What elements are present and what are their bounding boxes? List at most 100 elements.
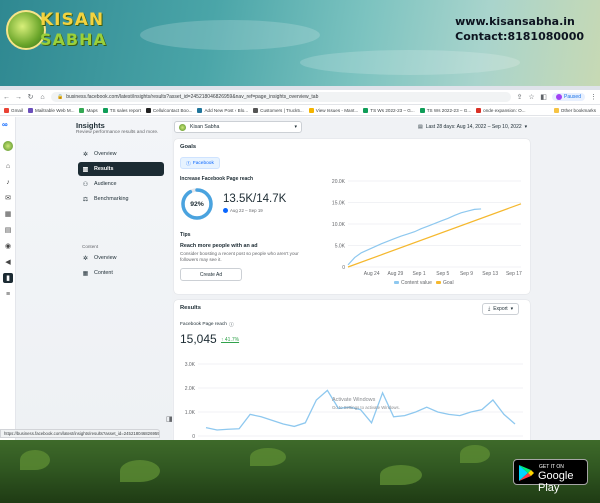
calendar-icon: ▤ bbox=[418, 124, 423, 130]
bookmark-label: Maps bbox=[86, 107, 98, 113]
people-icon: ⚇ bbox=[82, 181, 89, 188]
results-metric-label: Facebook Page reach ⓘ bbox=[180, 321, 234, 328]
logo-text-kisan: KISAN bbox=[40, 10, 105, 30]
create-ad-button[interactable]: Create Ad bbox=[180, 268, 242, 281]
legend-label: Goal bbox=[443, 280, 454, 286]
bookmark-label: Gmail bbox=[11, 107, 23, 113]
other-bookmarks[interactable]: Other bookmarks bbox=[553, 107, 596, 113]
nav-audience[interactable]: ⚇ Audience bbox=[78, 177, 164, 191]
home-icon[interactable]: ⌂ bbox=[3, 161, 13, 171]
sparkle-icon: ✲ bbox=[82, 151, 89, 158]
bookmark-item[interactable]: TS Ws 2022-23 – G... bbox=[419, 107, 471, 113]
sheets-icon bbox=[102, 107, 108, 113]
platform-label: Facebook bbox=[192, 160, 214, 166]
reload-icon[interactable]: ↻ bbox=[27, 93, 34, 101]
google-play-badge[interactable]: GET IT ON Google Play bbox=[513, 459, 588, 494]
posts-icon[interactable]: ▦ bbox=[3, 209, 13, 219]
megaphone-icon[interactable]: ◀ bbox=[3, 257, 13, 267]
bookmark-star-icon[interactable]: ☆ bbox=[528, 93, 535, 101]
bookmark-label: Add New Post ‹ Blo... bbox=[204, 107, 249, 113]
bookmark-item[interactable]: Add New Post ‹ Blo... bbox=[197, 107, 249, 113]
sidebar-subtitle: Review performance results and more. bbox=[76, 130, 159, 135]
export-button[interactable]: ⤓ Export ▾ bbox=[482, 303, 520, 315]
date-range-picker[interactable]: ▤ Last 28 days: Aug 14, 2022 – Sep 10, 20… bbox=[418, 124, 527, 130]
info-icon[interactable]: ⓘ bbox=[229, 321, 234, 328]
reach-value: 13.5K/14.7K bbox=[223, 193, 287, 205]
meta-logo-icon[interactable]: ∞ bbox=[2, 121, 14, 129]
profile-button[interactable]: Paused bbox=[552, 93, 585, 101]
url-input[interactable]: 🔒 business.facebook.com/latest/insights/r… bbox=[51, 92, 512, 102]
legend-label: Content value bbox=[401, 280, 432, 286]
nav-content[interactable]: ▦ Content bbox=[78, 266, 164, 280]
bookmark-favicon bbox=[28, 107, 33, 113]
ads-icon[interactable]: ◉ bbox=[3, 241, 13, 251]
x-tick-label: Sep 13 bbox=[482, 271, 498, 277]
home-icon[interactable]: ⌂ bbox=[39, 94, 46, 101]
series-line-content-value bbox=[347, 208, 482, 266]
y-tick-label: 5.0K bbox=[335, 243, 346, 249]
results-title: Results bbox=[180, 305, 201, 311]
share-icon[interactable]: ⇪ bbox=[516, 93, 523, 101]
benchmark-icon: ⚖ bbox=[82, 196, 89, 203]
website-text: www.kisansabha.in bbox=[455, 15, 575, 28]
goal-metric-label: Increase Facebook Page reach bbox=[180, 176, 254, 182]
results-change[interactable]: ↑ 41.7% bbox=[221, 337, 239, 343]
bookmark-item[interactable]: TS sales report bbox=[102, 107, 141, 113]
tips-title: Tips bbox=[180, 232, 191, 238]
chevron-down-icon: ▾ bbox=[524, 124, 528, 130]
nav-results[interactable]: ▥ Results bbox=[78, 162, 164, 176]
nav-overview[interactable]: ✲ Overview bbox=[78, 147, 164, 161]
browser-window: ← → ↻ ⌂ 🔒 business.facebook.com/latest/in… bbox=[0, 86, 600, 440]
facebook-icon: ⓕ bbox=[186, 161, 191, 167]
leaf bbox=[250, 448, 286, 466]
reach-line-chart: 01.0K2.0K3.0KAug 16Aug 20Aug 24Aug 28Sep… bbox=[185, 362, 523, 440]
bookmark-item[interactable]: onde expansion: O... bbox=[476, 107, 526, 113]
nav-benchmarking[interactable]: ⚖ Benchmarking bbox=[78, 192, 164, 206]
insights-icon[interactable]: ▮ bbox=[3, 273, 13, 283]
bookmark-label: onde expansion: O... bbox=[483, 107, 526, 113]
bookmark-favicon bbox=[145, 107, 151, 113]
contact-block: www.kisansabha.in Contact:8181080000 bbox=[455, 14, 584, 44]
y-tick-label: 15.0K bbox=[332, 200, 346, 206]
bookmark-item[interactable]: View Issues - Mant... bbox=[308, 107, 358, 113]
facebook-filter-chip[interactable]: ⓕ Facebook bbox=[180, 157, 220, 169]
contact-text: Contact:8181080000 bbox=[455, 30, 584, 43]
inbox-icon[interactable]: ✉ bbox=[3, 193, 13, 203]
bookmark-item[interactable]: Maps bbox=[79, 107, 98, 113]
nav-content-overview[interactable]: ✲ Overview bbox=[78, 251, 164, 265]
kisan-sabha-logo: KISAN SABHA bbox=[6, 8, 106, 52]
bookmark-item[interactable]: Cellulcontact Boo... bbox=[145, 107, 193, 113]
menu-icon[interactable]: ⋮ bbox=[590, 93, 597, 101]
bookmark-item[interactable]: Mailtrable Web M... bbox=[28, 107, 74, 113]
forward-icon[interactable]: → bbox=[15, 94, 22, 101]
more-menu-icon[interactable]: ≡ bbox=[3, 289, 13, 299]
bell-icon[interactable]: ♪ bbox=[3, 177, 13, 187]
reach-dates-text: Aug 22 – Sep 19 bbox=[230, 208, 263, 213]
y-tick-label: 0 bbox=[192, 434, 195, 440]
extensions-icon[interactable]: ◧ bbox=[540, 93, 547, 101]
back-icon[interactable]: ← bbox=[3, 94, 10, 101]
page-selector[interactable]: Kisan Sabha ▾ bbox=[174, 121, 302, 133]
nav-label: Benchmarking bbox=[94, 196, 129, 202]
y-tick-label: 20.0K bbox=[332, 179, 346, 185]
bookmark-label: Cellulcontact Boo... bbox=[152, 107, 193, 113]
bookmark-label: Customers | Truck5... bbox=[260, 107, 304, 113]
bookmark-item[interactable]: Customers | Truck5... bbox=[253, 107, 304, 113]
series-line-goal bbox=[347, 203, 522, 268]
folder-icon bbox=[553, 107, 559, 113]
watermark-line1: Activate Windows bbox=[332, 397, 376, 403]
download-icon: ⤓ bbox=[488, 306, 491, 312]
sidebar-title: Insights bbox=[76, 121, 105, 130]
bookmark-item[interactable]: Gmail bbox=[4, 107, 23, 113]
tip-text: Consider boosting a recent post so peopl… bbox=[180, 251, 299, 262]
bookmark-label: TS sales report bbox=[109, 107, 141, 113]
bookmark-item[interactable]: TS Ws 2022-23 – G... bbox=[363, 107, 415, 113]
page-avatar[interactable] bbox=[3, 141, 13, 151]
goals-title: Goals bbox=[180, 144, 197, 150]
calendar-icon[interactable]: ▤ bbox=[3, 225, 13, 235]
bookmark-favicon bbox=[308, 107, 314, 113]
y-tick-label: 3.0K bbox=[185, 362, 196, 368]
sheets-icon bbox=[419, 107, 425, 113]
insights-sidebar: Insights Review performance results and … bbox=[16, 117, 173, 440]
watermark-line2: Go to Settings to activate Windows. bbox=[332, 405, 400, 410]
